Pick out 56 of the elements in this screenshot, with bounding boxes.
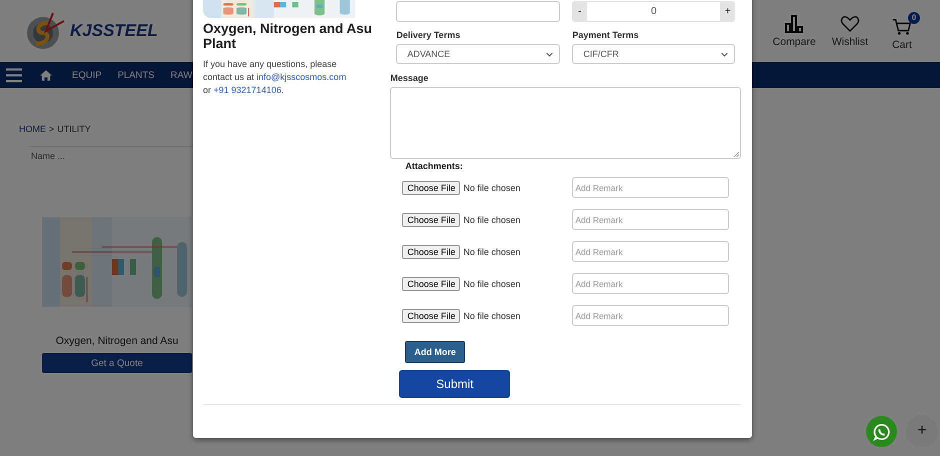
quote-button[interactable]: Get a Quote <box>42 353 192 373</box>
action-label: Cart <box>892 38 912 50</box>
remark-field[interactable]: Add Remark <box>572 177 730 198</box>
contact-text: If you have any questions, please contact us at info@kjsscosmos.com or +91 9321714106. <box>203 58 348 97</box>
resize-handle-icon[interactable] <box>734 152 739 157</box>
heart-icon <box>840 14 860 34</box>
add-more-button[interactable]: Add More <box>405 341 465 363</box>
choose-file-button[interactable]: Choose File <box>402 244 460 258</box>
menu-icon[interactable] <box>6 68 22 82</box>
quantity-value: 0 <box>587 1 720 22</box>
brand-name: KJSSTEEL <box>70 21 158 41</box>
choose-file-button[interactable]: Choose File <box>402 180 460 194</box>
select-field[interactable]: ADVANCE <box>396 44 560 64</box>
bar-chart-icon <box>784 14 804 34</box>
breadcrumb-current: UTILITY <box>57 124 91 134</box>
cart-icon <box>892 16 912 36</box>
action-label: Compare <box>772 36 816 48</box>
whatsapp-button[interactable] <box>866 416 897 447</box>
phone-link[interactable]: +91 9321714106 <box>214 84 282 95</box>
dialog-title: Oxygen, Nitrogen and Asu Plant <box>203 22 374 52</box>
chat-bubble-icon <box>872 422 890 440</box>
file-status: No file chosen <box>463 214 520 224</box>
breadcrumb-separator: > <box>49 124 54 134</box>
file-status: No file chosen <box>463 278 520 288</box>
action-label: Wishlist <box>832 36 868 48</box>
nav-link[interactable]: RAW <box>170 70 192 80</box>
choose-file-button[interactable]: Choose File <box>402 308 460 322</box>
email-link[interactable]: info@kjsscosmos.com <box>256 72 346 82</box>
remark-field[interactable]: Add Remark <box>572 241 730 262</box>
product-title: Oxygen, Nitrogen and Asu <box>56 335 178 347</box>
file-status: No file chosen <box>463 182 520 192</box>
field-label: Delivery Terms <box>396 30 462 40</box>
select-field[interactable]: CIF/CFR <box>572 44 736 64</box>
remark-field[interactable]: Add Remark <box>572 209 730 230</box>
cart-count-badge: 0 <box>908 12 920 24</box>
chevron-icon <box>546 52 554 56</box>
nav-link[interactable]: PLANTS <box>118 70 155 80</box>
home-icon[interactable] <box>40 70 52 80</box>
breadcrumb-link[interactable]: HOME <box>19 124 46 134</box>
expand-button[interactable]: + <box>906 415 938 447</box>
choose-file-button[interactable]: Choose File <box>402 276 460 290</box>
submit-button[interactable]: Submit <box>399 370 510 398</box>
file-status: No file chosen <box>463 246 520 256</box>
choose-file-button[interactable]: Choose File <box>402 212 460 226</box>
header-action[interactable]: Wishlist <box>832 14 868 48</box>
nav-link[interactable]: EQUIP <box>72 70 102 80</box>
field-label: Payment Terms <box>572 30 640 40</box>
field-label: Message <box>390 73 430 83</box>
header-action[interactable]: 0 Cart <box>884 12 920 50</box>
quantity-stepper[interactable]: - 0 + <box>572 1 736 22</box>
remark-field[interactable]: Add Remark <box>572 305 730 326</box>
header-action[interactable]: Compare <box>772 14 816 48</box>
chevron-icon <box>721 52 728 56</box>
remark-field[interactable]: Add Remark <box>572 273 730 294</box>
attachments-label: Attachments: <box>405 161 464 171</box>
file-status: No file chosen <box>463 310 520 320</box>
